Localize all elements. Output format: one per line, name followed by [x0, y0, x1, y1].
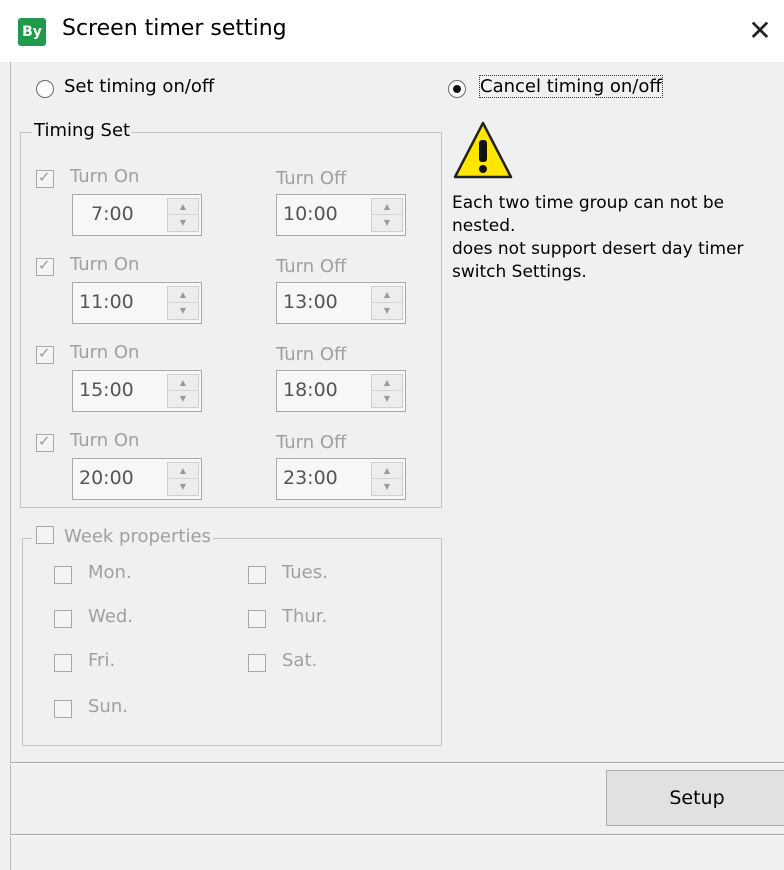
window-left-frame: [0, 62, 11, 870]
turn-off-time-2-value[interactable]: 13:00: [283, 291, 338, 313]
turn-on-checkbox-4[interactable]: [36, 432, 54, 452]
day-sun-label: Sun.: [88, 696, 128, 717]
setup-button[interactable]: Setup: [606, 770, 784, 826]
spin-down-icon[interactable]: ▼: [372, 479, 402, 494]
turn-off-time-4-spinner[interactable]: ▲ ▼: [371, 462, 403, 496]
warning-line-2: nested.: [452, 216, 516, 236]
turn-on-time-1-spinner[interactable]: ▲ ▼: [167, 198, 199, 232]
turn-off-label-4: Turn Off: [276, 432, 347, 453]
day-wed-checkbox[interactable]: [54, 610, 72, 628]
turn-on-label-2: Turn On: [70, 254, 140, 275]
warning-line-4: switch Settings.: [452, 262, 587, 282]
spin-down-icon[interactable]: ▼: [168, 391, 198, 406]
spin-up-icon[interactable]: ▲: [168, 375, 198, 391]
turn-off-time-4[interactable]: 23:00 ▲ ▼: [276, 458, 406, 500]
spin-down-icon[interactable]: ▼: [372, 215, 402, 230]
warning-icon: [453, 121, 513, 179]
day-thur-label: Thur.: [282, 606, 328, 627]
window-title: Screen timer setting: [62, 16, 287, 41]
day-tues-checkbox[interactable]: [248, 566, 266, 584]
warning-message: Each two time group can not be nested. d…: [452, 192, 782, 284]
turn-off-time-3[interactable]: 18:00 ▲ ▼: [276, 370, 406, 412]
spin-up-icon[interactable]: ▲: [372, 199, 402, 215]
title-bar: By Screen timer setting ✕: [0, 0, 784, 62]
spin-down-icon[interactable]: ▼: [168, 303, 198, 318]
spin-down-icon[interactable]: ▼: [168, 479, 198, 494]
week-properties-group: [22, 538, 442, 746]
turn-on-time-2-spinner[interactable]: ▲ ▼: [167, 286, 199, 320]
day-mon-label: Mon.: [88, 562, 132, 583]
set-timing-radio[interactable]: [36, 80, 54, 98]
status-separator: [10, 834, 784, 836]
week-properties-checkbox[interactable]: [36, 526, 54, 544]
app-icon: By: [18, 18, 46, 46]
cancel-timing-label[interactable]: Cancel timing on/off: [479, 75, 663, 98]
warning-line-1: Each two time group can not be: [452, 193, 725, 213]
day-sun-checkbox[interactable]: [54, 700, 72, 718]
turn-off-time-2[interactable]: 13:00 ▲ ▼: [276, 282, 406, 324]
turn-on-checkbox-3[interactable]: [36, 344, 54, 364]
turn-off-time-3-value[interactable]: 18:00: [283, 379, 338, 401]
turn-on-checkbox-1[interactable]: [36, 168, 54, 188]
turn-off-time-3-spinner[interactable]: ▲ ▼: [371, 374, 403, 408]
turn-off-time-1-spinner[interactable]: ▲ ▼: [371, 198, 403, 232]
turn-off-time-1[interactable]: 10:00 ▲ ▼: [276, 194, 406, 236]
spin-up-icon[interactable]: ▲: [168, 463, 198, 479]
day-wed-label: Wed.: [88, 606, 133, 627]
day-thur-checkbox[interactable]: [248, 610, 266, 628]
spin-up-icon[interactable]: ▲: [372, 287, 402, 303]
spin-down-icon[interactable]: ▼: [168, 215, 198, 230]
cancel-timing-radio[interactable]: [448, 80, 466, 98]
warning-line-3: does not support desert day timer: [452, 239, 744, 259]
turn-on-time-4-spinner[interactable]: ▲ ▼: [167, 462, 199, 496]
turn-off-label-3: Turn Off: [276, 344, 347, 365]
week-properties-label[interactable]: Week properties: [64, 526, 211, 547]
turn-on-label-1: Turn On: [70, 166, 140, 187]
set-timing-label[interactable]: Set timing on/off: [64, 76, 214, 97]
spin-up-icon[interactable]: ▲: [168, 287, 198, 303]
turn-on-time-3-value[interactable]: 15:00: [79, 379, 134, 401]
close-button[interactable]: ✕: [740, 10, 780, 52]
spin-up-icon[interactable]: ▲: [372, 463, 402, 479]
turn-off-time-2-spinner[interactable]: ▲ ▼: [371, 286, 403, 320]
footer-separator: [10, 762, 784, 764]
timing-set-legend: Timing Set: [32, 120, 133, 141]
spin-down-icon[interactable]: ▼: [372, 391, 402, 406]
spin-down-icon[interactable]: ▼: [372, 303, 402, 318]
turn-off-time-1-value[interactable]: 10:00: [283, 203, 338, 225]
turn-on-time-1[interactable]: 7:00 ▲ ▼: [72, 194, 202, 236]
turn-on-time-4-value[interactable]: 20:00: [79, 467, 134, 489]
day-sat-label: Sat.: [282, 650, 318, 671]
turn-off-label-2: Turn Off: [276, 256, 347, 277]
day-tues-label: Tues.: [282, 562, 328, 583]
turn-on-time-4[interactable]: 20:00 ▲ ▼: [72, 458, 202, 500]
spin-up-icon[interactable]: ▲: [168, 199, 198, 215]
turn-off-time-4-value[interactable]: 23:00: [283, 467, 338, 489]
turn-on-time-2[interactable]: 11:00 ▲ ▼: [72, 282, 202, 324]
day-mon-checkbox[interactable]: [54, 566, 72, 584]
spin-up-icon[interactable]: ▲: [372, 375, 402, 391]
turn-on-time-3-spinner[interactable]: ▲ ▼: [167, 374, 199, 408]
day-fri-label: Fri.: [88, 650, 116, 671]
turn-on-time-2-value[interactable]: 11:00: [79, 291, 134, 313]
turn-on-label-3: Turn On: [70, 342, 140, 363]
week-properties-legend: Week properties: [32, 526, 213, 547]
turn-on-checkbox-2[interactable]: [36, 256, 54, 276]
turn-off-label-1: Turn Off: [276, 168, 347, 189]
turn-on-time-1-value[interactable]: 7:00: [91, 203, 134, 225]
day-fri-checkbox[interactable]: [54, 654, 72, 672]
turn-on-label-4: Turn On: [70, 430, 140, 451]
day-sat-checkbox[interactable]: [248, 654, 266, 672]
turn-on-time-3[interactable]: 15:00 ▲ ▼: [72, 370, 202, 412]
